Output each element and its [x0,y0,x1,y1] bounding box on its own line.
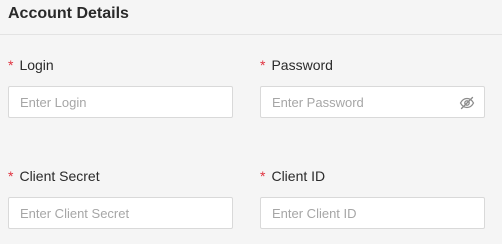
password-label: * Password [260,56,333,74]
password-input[interactable] [261,87,484,117]
account-details-section: Account Details * Login * Password [0,0,502,244]
login-input[interactable] [9,87,232,117]
required-asterisk: * [260,57,266,73]
client-id-input[interactable] [261,198,484,228]
password-input-wrapper [260,86,485,118]
login-input-wrapper [8,86,233,118]
required-asterisk: * [260,168,266,184]
client-id-label-text: Client ID [271,168,326,184]
section-divider [0,34,502,35]
client-secret-input-wrapper [8,197,233,229]
client-secret-input[interactable] [9,198,232,228]
client-id-input-wrapper [260,197,485,229]
required-asterisk: * [8,168,14,184]
client-secret-label: * Client Secret [8,167,100,185]
required-asterisk: * [8,57,14,73]
password-label-text: Password [271,57,333,73]
eye-slash-icon[interactable] [459,95,475,111]
client-secret-label-text: Client Secret [19,168,100,184]
login-label: * Login [8,56,54,74]
login-label-text: Login [19,57,54,73]
client-id-label: * Client ID [260,167,325,185]
section-title: Account Details [8,5,129,22]
